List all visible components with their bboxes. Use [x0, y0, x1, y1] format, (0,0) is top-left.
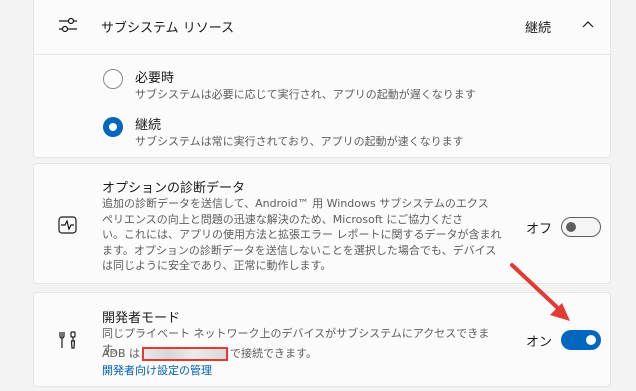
diagnostic-desc-line: い。これには、アプリの使用方法と拡張エラー レポートに関するデータが含まれ [102, 228, 502, 241]
adb-address-line: ADB は で接続できます。 [102, 345, 317, 361]
diagnostic-desc-line: 追加の診断データを送信して、Android™ 用 Windows サブシステムの… [102, 197, 489, 210]
sliders-icon [59, 17, 77, 33]
subsystem-resources-header[interactable]: サブシステム リソース 継続 [34, 0, 610, 55]
activity-monitor-icon [58, 216, 77, 234]
chevron-up-icon[interactable] [582, 20, 594, 30]
diagnostic-desc-line: ます。オプションの診断データを送信しないことを選択した場合でも、デバイス [102, 243, 497, 257]
subsystem-resources-title: サブシステム リソース [101, 21, 235, 36]
redacted-address [142, 347, 229, 361]
diagnostic-toggle-label: オフ [526, 222, 553, 237]
developer-mode-toggle[interactable] [561, 330, 601, 350]
option-on-demand-desc: サブシステムは必要に応じて実行され、アプリの起動が遅くなります [135, 88, 476, 101]
diagnostic-data-toggle[interactable] [561, 217, 601, 237]
developer-tools-icon [59, 331, 76, 349]
option-continuous-title: 継続 [135, 118, 162, 133]
option-continuous-desc: サブシステムは常に実行されており、アプリの起動が速くなります [135, 135, 464, 148]
adb-prefix: ADB は [102, 347, 141, 360]
diagnostic-desc-line: は同じように安全であり、正常に動作します。 [102, 259, 332, 272]
subsystem-resources-value: 継続 [525, 21, 552, 36]
manage-developer-settings-link[interactable]: 開発者向け設定の管理 [102, 362, 212, 378]
radio-on-demand[interactable] [103, 69, 123, 89]
radio-continuous[interactable] [103, 117, 123, 137]
developer-toggle-label: オン [526, 335, 553, 350]
developer-mode-title: 開発者モード [102, 311, 181, 326]
diagnostic-data-title: オプションの診断データ [102, 181, 246, 196]
adb-suffix: で接続できます。 [230, 347, 317, 360]
diagnostic-data-desc: 追加の診断データを送信して、Android™ 用 Windows サブシステムの… [102, 196, 502, 274]
diagnostic-desc-line: ペリエンスの向上と問題の迅速な解決のため、Microsoft にご協力くださ [102, 212, 464, 226]
annotation-arrow-icon [510, 263, 570, 321]
option-on-demand-title: 必要時 [135, 71, 175, 86]
subsystem-resources-card: サブシステム リソース 継続 必要時 サブシステムは必要に応じて実行され、アプリ… [33, 0, 611, 158]
